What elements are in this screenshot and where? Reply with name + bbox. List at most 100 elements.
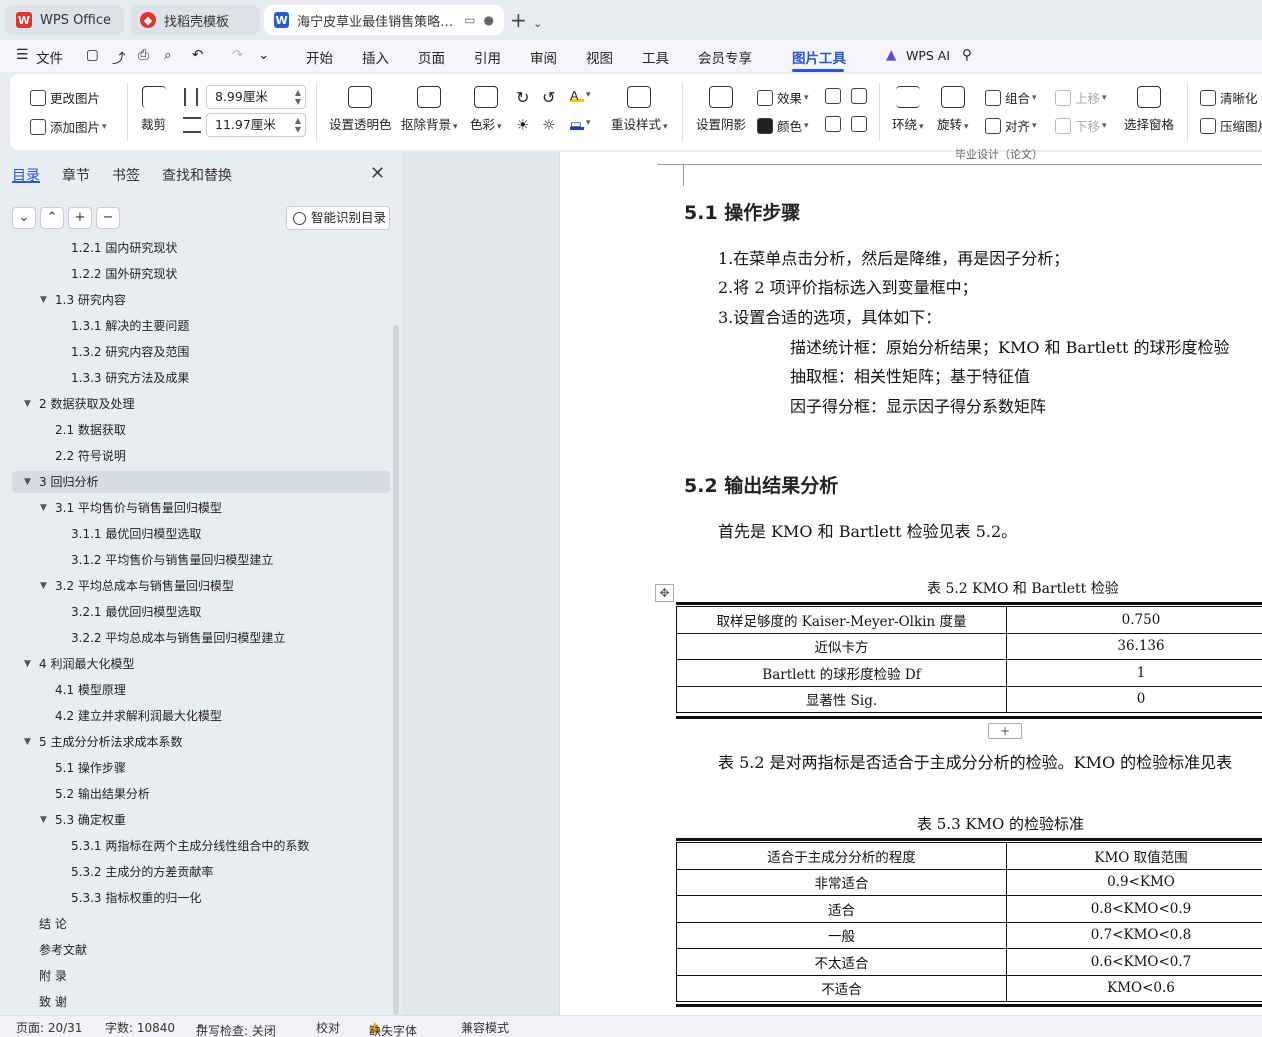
toc-item[interactable]: ▼ 5 主成分分析法求成本系数 — [12, 731, 390, 753]
expand-triangle-icon[interactable]: ▼ — [40, 575, 47, 597]
table-cell[interactable]: 非常适合 — [676, 868, 1007, 896]
toc-item[interactable]: ▼ 5.3 确定权重 — [12, 809, 390, 831]
toc-item[interactable]: ▼ 3.1 平均售价与销售量回归模型 — [12, 497, 390, 519]
table-cell[interactable]: KMO<0.6 — [1006, 974, 1262, 1002]
expand-triangle-icon[interactable]: ▼ — [24, 653, 31, 675]
expand-icon[interactable]: ⌃ — [40, 207, 64, 229]
menu-reference[interactable]: 引用 — [474, 47, 501, 67]
selection-pane-button[interactable]: 选择窗格 — [1124, 86, 1174, 133]
toc-item[interactable]: 结 论 — [12, 913, 390, 935]
menu-member[interactable]: 会员专享 — [698, 47, 752, 67]
table-cell[interactable]: 0 — [1006, 685, 1262, 713]
toc-item[interactable]: 附 录 — [12, 965, 390, 987]
table-cell[interactable]: 取样足够度的 Kaiser-Meyer-Olkin 度量 — [676, 606, 1007, 634]
toc-item[interactable]: ▼ 4 利润最大化模型 — [12, 653, 390, 675]
menu-review[interactable]: 审阅 — [530, 47, 557, 67]
rotate-right-icon[interactable]: ↺ — [542, 88, 555, 107]
toc-item-selected[interactable]: ▼ 3 回归分析 — [12, 471, 390, 493]
menu-page[interactable]: 页面 — [418, 47, 445, 67]
shadow-up-icon[interactable] — [825, 88, 845, 104]
table-cell[interactable]: 一般 — [676, 921, 1007, 949]
move-down-button[interactable]: 下移 ▾ — [1055, 116, 1107, 135]
expand-triangle-icon[interactable]: ▼ — [24, 393, 31, 415]
toc-item[interactable]: 参考文献 — [12, 939, 390, 961]
menu-tools[interactable]: 工具 — [642, 47, 669, 67]
remove-bg-button[interactable]: 抠除背景 ▾ — [401, 86, 458, 133]
width-input[interactable]: 8.99厘米 ▲ ▼ — [206, 85, 306, 109]
menu-wps-ai[interactable]: WPS AI — [906, 48, 950, 63]
set-shadow-button[interactable]: 设置阴影 — [696, 86, 746, 133]
toc-item[interactable]: 3.2.1 最优回归模型选取 — [12, 601, 390, 623]
expand-triangle-icon[interactable]: ▼ — [24, 471, 31, 493]
toc-item[interactable]: 2.2 符号说明 — [12, 445, 390, 467]
table-move-icon[interactable]: ✥ — [655, 584, 674, 602]
table-header-cell[interactable]: KMO 取值范围 — [1006, 842, 1262, 870]
toc-item[interactable]: 3.1.1 最优回归模型选取 — [12, 523, 390, 545]
page-count[interactable]: 页面: 20/31 — [16, 1019, 82, 1036]
undo-icon[interactable]: ↶ — [192, 47, 203, 63]
sharpen-button[interactable]: 清晰化 — [1200, 88, 1258, 107]
tab-template[interactable]: ◆ 找稻壳模板 — [130, 5, 260, 35]
save-icon[interactable]: ▢ — [86, 47, 99, 63]
table-cell[interactable]: 适合 — [676, 895, 1007, 923]
table-cell[interactable]: 近似卡方 — [676, 632, 1007, 660]
nav-scrollbar[interactable] — [393, 325, 399, 1015]
wrap-button[interactable]: 环绕 ▾ — [892, 86, 924, 133]
nav-tab-find-replace[interactable]: 查找和替换 — [162, 165, 232, 185]
toc-item[interactable]: 1.3.3 研究方法及成果 — [12, 367, 390, 389]
add-image-button[interactable]: 添加图片 ▾ — [30, 117, 107, 136]
add-row-button[interactable]: + — [988, 723, 1022, 739]
toc-item[interactable]: 1.3.2 研究内容及范围 — [12, 341, 390, 363]
crop-button[interactable]: 裁剪 — [141, 86, 166, 133]
brightness-icon[interactable]: ☀ — [516, 116, 529, 134]
table-cell[interactable]: Bartlett 的球形度检验 Df — [676, 659, 1007, 687]
compress-button[interactable]: 压缩图片 — [1200, 116, 1262, 135]
rotate-button[interactable]: 旋转 ▾ — [937, 86, 969, 133]
tab-wps-office[interactable]: W WPS Office — [6, 5, 124, 35]
expand-triangle-icon[interactable]: ▼ — [40, 809, 47, 831]
set-transparent-button[interactable]: 设置透明色 — [329, 86, 392, 133]
contrast-icon[interactable]: ☼ — [542, 116, 555, 134]
height-input[interactable]: 11.97厘米 ▲ ▼ — [206, 113, 306, 137]
move-up-button[interactable]: 上移 ▾ — [1055, 88, 1107, 107]
redo-icon[interactable]: ↷ — [232, 47, 243, 63]
align-button[interactable]: 对齐 ▾ — [985, 116, 1037, 135]
effect-button[interactable]: 效果 ▾ — [757, 88, 809, 107]
color-button[interactable]: 色彩 ▾ — [470, 86, 502, 133]
expand-triangle-icon[interactable]: ▼ — [40, 497, 47, 519]
table-cell[interactable]: 0.8<KMO<0.9 — [1006, 895, 1262, 923]
toc-item[interactable]: ▼ 1.3 研究内容 — [12, 289, 390, 311]
toc-item[interactable]: ▼ 2 数据获取及处理 — [12, 393, 390, 415]
toc-item[interactable]: 5.3.1 两指标在两个主成分线性组合中的系数 — [12, 835, 390, 857]
remove-heading-icon[interactable]: − — [96, 207, 120, 229]
smart-toc-button[interactable]: 智能识别目录 — [286, 206, 390, 230]
toc-item[interactable]: 3.2.2 平均总成本与销售量回归模型建立 — [12, 627, 390, 649]
spin-arrows-icon[interactable]: ▲ ▼ — [295, 116, 301, 134]
reset-style-button[interactable]: 重设样式 ▾ — [611, 86, 668, 133]
change-image-button[interactable]: 更改图片 — [30, 88, 100, 107]
menu-start[interactable]: 开始 — [306, 47, 333, 67]
wps-ai-icon[interactable]: ▲ — [886, 47, 896, 63]
table-cell[interactable]: 0.750 — [1006, 606, 1262, 634]
table-cell[interactable]: 36.136 — [1006, 632, 1262, 660]
highlight-color-icon[interactable]: A ▾ — [570, 88, 591, 103]
nav-tab-bookmark[interactable]: 书签 — [112, 165, 140, 185]
fill-color-button[interactable]: 颜色 ▾ — [757, 116, 809, 135]
table-header-cell[interactable]: 适合于主成分分析的程度 — [676, 842, 1007, 870]
expand-triangle-icon[interactable]: ▼ — [40, 289, 47, 311]
table-cell[interactable]: 显著性 Sig. — [676, 685, 1007, 713]
proofread-button[interactable]: 校对 — [316, 1019, 340, 1036]
toc-item[interactable]: 4.2 建立并求解利润最大化模型 — [12, 705, 390, 727]
nav-tab-chapter[interactable]: 章节 — [62, 165, 90, 185]
toc-item[interactable]: ▼ 3.2 平均总成本与销售量回归模型 — [12, 575, 390, 597]
compat-mode[interactable]: 兼容模式 — [461, 1019, 509, 1036]
share-icon[interactable]: ⤴ — [112, 47, 126, 67]
word-count[interactable]: 字数: 10840 — [105, 1019, 175, 1036]
menu-view[interactable]: 视图 — [586, 47, 613, 67]
more-chevron-icon[interactable]: ⌄ — [258, 47, 269, 63]
table-cell[interactable]: 不适合 — [676, 974, 1007, 1002]
table-cell[interactable]: 0.6<KMO<0.7 — [1006, 948, 1262, 976]
search-icon[interactable]: ⚲ — [962, 47, 972, 63]
toc-item[interactable]: 1.3.1 解决的主要问题 — [12, 315, 390, 337]
border-color-icon[interactable]: ▭ ▾ — [570, 116, 591, 131]
